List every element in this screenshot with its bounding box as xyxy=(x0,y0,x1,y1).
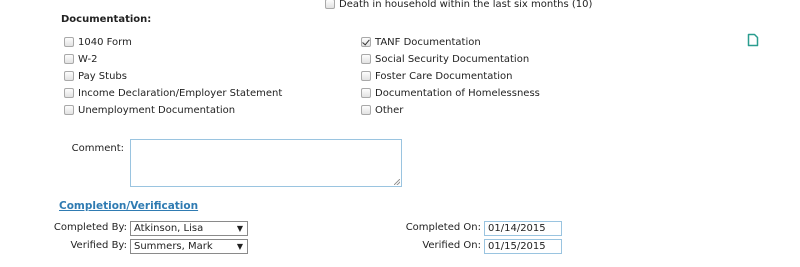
doc-checkbox[interactable] xyxy=(361,54,371,64)
doc-checkbox[interactable] xyxy=(64,37,74,47)
doc-item-income-declaration[interactable]: Income Declaration/Employer Statement xyxy=(64,86,282,100)
documentation-title: Documentation: xyxy=(61,14,152,25)
completed-by-select[interactable]: Atkinson, Lisa ▼ xyxy=(130,221,248,236)
doc-item-social-security[interactable]: Social Security Documentation xyxy=(361,52,529,66)
verified-on-input[interactable] xyxy=(484,239,562,254)
comment-textarea[interactable] xyxy=(130,139,402,187)
verified-by-select[interactable]: Summers, Mark ▼ xyxy=(130,239,248,254)
doc-label: Documentation of Homelessness xyxy=(375,87,540,99)
doc-checkbox[interactable] xyxy=(361,88,371,98)
document-icon[interactable] xyxy=(747,33,759,47)
doc-item-foster-care[interactable]: Foster Care Documentation xyxy=(361,69,513,83)
verified-by-value: Summers, Mark xyxy=(134,241,213,252)
death-in-household-row[interactable]: Death in household within the last six m… xyxy=(325,0,592,11)
verified-on-label: Verified On: xyxy=(422,240,481,251)
doc-label: Other xyxy=(375,104,404,116)
death-in-household-label: Death in household within the last six m… xyxy=(339,0,593,10)
doc-checkbox[interactable] xyxy=(64,71,74,81)
doc-label: 1040 Form xyxy=(78,36,132,48)
doc-label: Unemployment Documentation xyxy=(78,104,236,116)
doc-item-pay-stubs[interactable]: Pay Stubs xyxy=(64,69,127,83)
doc-item-w2[interactable]: W-2 xyxy=(64,52,97,66)
doc-checkbox[interactable] xyxy=(64,88,74,98)
completed-on-input[interactable] xyxy=(484,221,562,236)
doc-item-1040-form[interactable]: 1040 Form xyxy=(64,35,132,49)
doc-item-unemployment[interactable]: Unemployment Documentation xyxy=(64,103,235,117)
completed-by-value: Atkinson, Lisa xyxy=(134,223,204,234)
comment-label: Comment: xyxy=(71,143,124,154)
dropdown-arrow-icon: ▼ xyxy=(236,242,243,251)
completed-by-label: Completed By: xyxy=(53,222,127,233)
doc-label: Income Declaration/Employer Statement xyxy=(78,87,283,99)
doc-item-other[interactable]: Other xyxy=(361,103,403,117)
dropdown-arrow-icon: ▼ xyxy=(236,224,243,233)
verified-by-label: Verified By: xyxy=(70,240,127,251)
doc-checkbox[interactable] xyxy=(361,71,371,81)
doc-label: Foster Care Documentation xyxy=(375,70,513,82)
doc-item-homelessness[interactable]: Documentation of Homelessness xyxy=(361,86,540,100)
doc-label: TANF Documentation xyxy=(375,36,481,48)
doc-label: W-2 xyxy=(78,53,98,65)
doc-item-tanf[interactable]: TANF Documentation xyxy=(361,35,481,49)
completed-on-label: Completed On: xyxy=(405,222,481,233)
death-in-household-checkbox[interactable] xyxy=(325,0,335,9)
completion-verification-link[interactable]: Completion/Verification xyxy=(59,200,198,212)
doc-checkbox[interactable] xyxy=(64,105,74,115)
doc-checkbox[interactable] xyxy=(361,37,371,47)
doc-checkbox[interactable] xyxy=(64,54,74,64)
doc-checkbox[interactable] xyxy=(361,105,371,115)
doc-label: Social Security Documentation xyxy=(375,53,530,65)
doc-label: Pay Stubs xyxy=(78,70,127,82)
